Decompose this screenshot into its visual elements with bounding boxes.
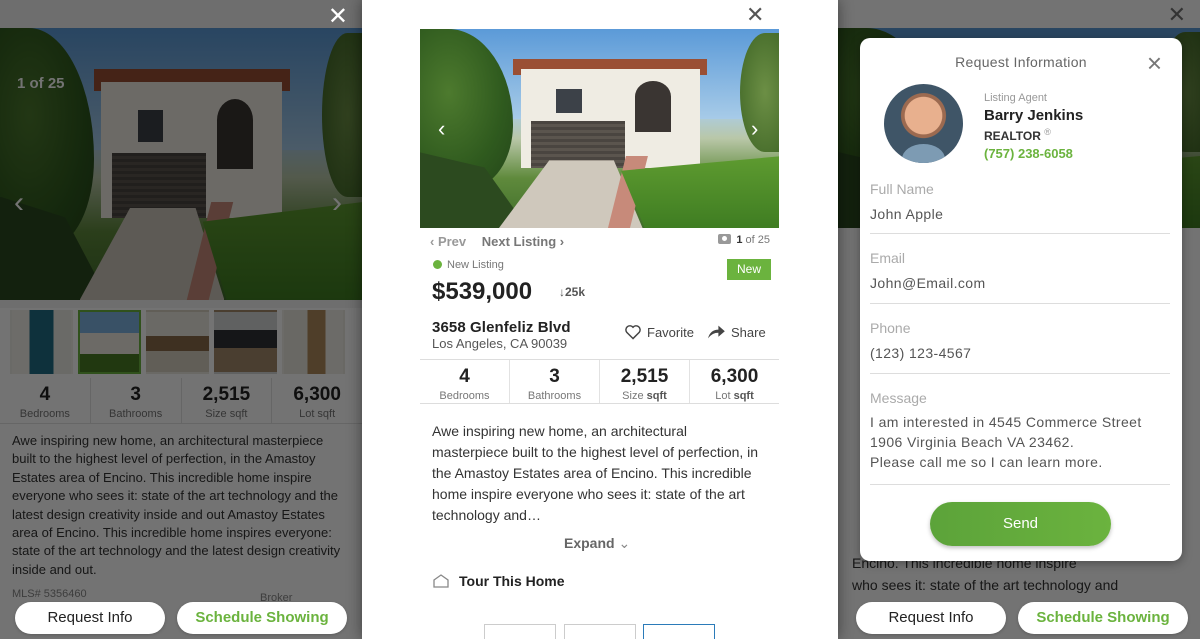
thumbnail[interactable] bbox=[214, 310, 277, 374]
camera-icon bbox=[718, 234, 732, 244]
stat-lot: 6,300 Lot sqft bbox=[293, 384, 341, 420]
thumbnail[interactable] bbox=[282, 310, 345, 374]
listing-photo[interactable] bbox=[0, 28, 362, 300]
stat-bathrooms: 3 Bathrooms bbox=[91, 378, 182, 423]
close-icon[interactable]: ✕ bbox=[1168, 2, 1186, 28]
next-listing-link[interactable]: Next Listing › bbox=[482, 234, 564, 249]
photo-count: 1 of 25 bbox=[718, 234, 770, 246]
close-icon[interactable]: ✕ bbox=[746, 2, 764, 28]
app-stage: ✕ 1 of 25 ‹ › 4 Bedrooms 3 Bathrooms 2,515… bbox=[0, 0, 1200, 639]
email-field[interactable]: Email John@Email.com bbox=[870, 250, 1170, 304]
background-description: who sees it: state of the art technology… bbox=[852, 577, 1119, 593]
thumbnail[interactable] bbox=[10, 310, 73, 374]
new-badge: New bbox=[727, 259, 771, 280]
photo-counter: 1 of 25 bbox=[17, 75, 65, 92]
listing-navigation: ‹ Prev Next Listing › 1 of 25 bbox=[430, 234, 770, 249]
listing-photo[interactable] bbox=[420, 29, 779, 228]
tour-date-slot[interactable] bbox=[564, 624, 636, 639]
price-drop: ↓25k bbox=[559, 285, 586, 299]
stat-bedrooms: 4 Bedrooms bbox=[420, 360, 510, 403]
full-name-field[interactable]: Full Name John Apple bbox=[870, 181, 1170, 234]
share-button[interactable]: Share bbox=[706, 324, 766, 340]
schedule-showing-button[interactable]: Schedule Showing bbox=[177, 602, 347, 634]
close-icon[interactable]: ✕ bbox=[328, 2, 348, 31]
share-icon bbox=[708, 325, 725, 339]
thumbnail-selected[interactable] bbox=[78, 310, 141, 374]
agent-label: Listing Agent bbox=[984, 92, 1047, 104]
center-listing-panel: ✕ ‹ › ‹ Prev Next Listing › 1 of 25 New … bbox=[362, 0, 838, 639]
left-listing-panel: ✕ 1 of 25 ‹ › 4 Bedrooms 3 Bathrooms 2,515… bbox=[0, 0, 362, 639]
listing-status: New Listing bbox=[433, 259, 504, 271]
listing-price: $539,000 bbox=[432, 278, 533, 305]
listing-description: Awe inspiring new home, an architectural… bbox=[432, 423, 759, 523]
chevron-right-icon[interactable]: › bbox=[751, 116, 758, 142]
request-info-button[interactable]: Request Info bbox=[15, 602, 165, 634]
agent-phone-link[interactable]: (757) 238-6058 bbox=[984, 146, 1073, 161]
stats-row: 4 Bedrooms 3 Bathrooms 2,515 Size sqft 6,30… bbox=[0, 378, 362, 424]
thumbnail[interactable] bbox=[146, 310, 209, 374]
message-field[interactable]: Message I am interested in 4545 Commerce… bbox=[870, 390, 1170, 485]
heart-icon bbox=[625, 325, 641, 340]
agent-name: Barry Jenkins bbox=[984, 107, 1084, 124]
mls-number: MLS# 5356460 bbox=[12, 588, 87, 600]
status-dot-icon bbox=[433, 260, 442, 269]
agent-avatar bbox=[884, 84, 963, 163]
stat-bedrooms: 4 Bedrooms bbox=[0, 378, 91, 423]
stats-row: 4 Bedrooms 3 Bathrooms 2,515 Size sqft 6,30… bbox=[420, 359, 779, 404]
address-city: Los Angeles, CA 90039 bbox=[432, 336, 568, 351]
chevron-right-icon[interactable]: › bbox=[332, 186, 342, 220]
chevron-left-icon[interactable]: ‹ bbox=[438, 116, 445, 142]
thumbnail-strip bbox=[0, 308, 362, 378]
phone-field[interactable]: Phone (123) 123-4567 bbox=[870, 320, 1170, 374]
request-info-button[interactable]: Request Info bbox=[856, 602, 1006, 634]
tour-date-slot[interactable] bbox=[484, 624, 556, 639]
send-button[interactable]: Send bbox=[930, 502, 1111, 546]
chevron-down-icon: ⌄ bbox=[618, 535, 631, 551]
stat-bathrooms: 3 Bathrooms bbox=[510, 360, 600, 403]
stat-lot: 6,300 Lot sqft bbox=[710, 366, 759, 402]
prev-listing-link[interactable]: ‹ Prev bbox=[430, 234, 466, 249]
stat-size: 2,515 Size sqft bbox=[182, 378, 273, 423]
favorite-button[interactable]: Favorite bbox=[624, 324, 694, 340]
request-info-modal: Request Information × Listing Agent Barr… bbox=[860, 38, 1182, 561]
expand-button[interactable]: Expand ⌄ bbox=[564, 535, 630, 552]
tour-date-slot-selected[interactable] bbox=[643, 624, 715, 639]
home-icon bbox=[433, 574, 449, 588]
modal-title: Request Information bbox=[955, 54, 1087, 70]
tour-this-home[interactable]: Tour This Home bbox=[433, 573, 565, 589]
agent-title: REALTOR ® bbox=[984, 127, 1051, 143]
chevron-left-icon[interactable]: ‹ bbox=[14, 186, 24, 220]
address-street: 3658 Glenfeliz Blvd bbox=[432, 319, 571, 336]
stat-size: 2,515 Size sqft bbox=[600, 360, 690, 403]
schedule-showing-button[interactable]: Schedule Showing bbox=[1018, 602, 1188, 634]
close-icon[interactable]: × bbox=[1147, 48, 1162, 79]
listing-description: Awe inspiring new home, an architectural… bbox=[12, 432, 342, 580]
